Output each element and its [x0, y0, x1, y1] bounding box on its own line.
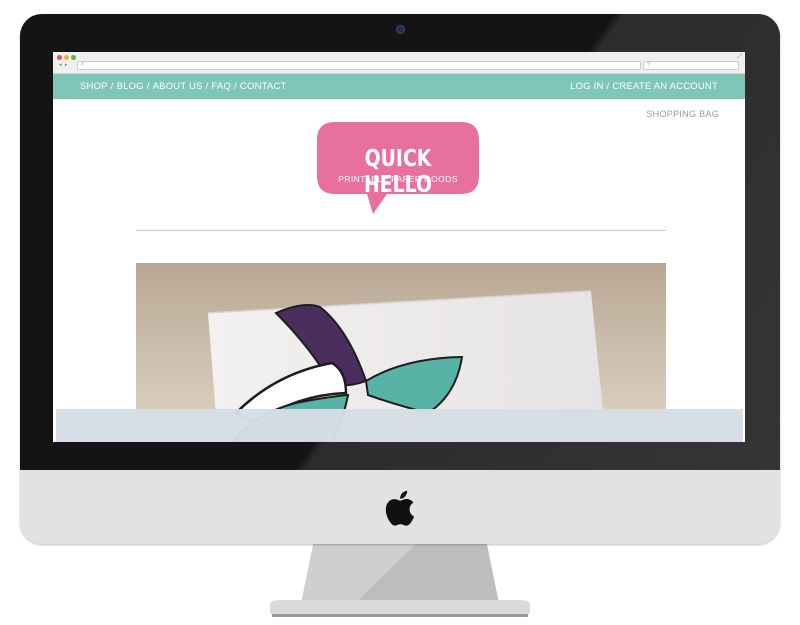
maximize-window-button[interactable] [71, 55, 76, 60]
search-icon: ⚲ [647, 61, 651, 67]
nav-contact-link[interactable]: CONTACT [240, 81, 287, 92]
back-forward-icon[interactable]: ◂ ▸ [59, 62, 68, 68]
create-account-link[interactable]: CREATE AN ACCOUNT [612, 81, 718, 92]
reader-icon: ≡ [81, 61, 84, 67]
logo-subtitle: PRINTABLE PAPER GOODS [338, 174, 458, 184]
main-menu: SHOP / BLOG / ABOUT US / FAQ / CONTACT [80, 81, 287, 92]
close-window-button[interactable] [57, 55, 62, 60]
nav-blog-link[interactable]: BLOG [117, 81, 144, 92]
nav-faq-link[interactable]: FAQ [211, 81, 231, 92]
browser-search-input[interactable]: ⚲ [643, 61, 739, 70]
account-menu: LOG IN / CREATE AN ACCOUNT [570, 81, 718, 92]
screen: ◂ ▸ ≡ ⚲ ⤢ SHOP / BLOG / ABOUT US / FAQ / CONTACT… [53, 52, 745, 442]
screen-glare [56, 409, 743, 442]
nav-shop-link[interactable]: SHOP [80, 81, 108, 92]
logo-title: QUICK HELLO [363, 146, 433, 198]
nav-separator: / [110, 81, 114, 92]
apple-logo-icon [385, 490, 415, 526]
site-nav: SHOP / BLOG / ABOUT US / FAQ / CONTACT LOG IN / CR… [53, 74, 745, 99]
address-bar[interactable]: ≡ [77, 61, 641, 70]
minimize-window-button[interactable] [64, 55, 69, 60]
nav-separator: / [234, 81, 237, 92]
site-logo[interactable]: QUICK HELLO PRINTABLE PAPER GOODS [313, 120, 483, 216]
header-divider [136, 230, 666, 231]
nav-separator: / [146, 81, 150, 92]
login-link[interactable]: LOG IN [570, 81, 603, 92]
nav-about-link[interactable]: ABOUT US [153, 81, 203, 92]
camera-icon [396, 25, 405, 34]
shopping-bag-link[interactable]: SHOPPING BAG [646, 109, 719, 119]
expand-icon[interactable]: ⤢ [737, 54, 742, 61]
browser-toolbar: ◂ ▸ ≡ ⚲ ⤢ [53, 52, 745, 74]
